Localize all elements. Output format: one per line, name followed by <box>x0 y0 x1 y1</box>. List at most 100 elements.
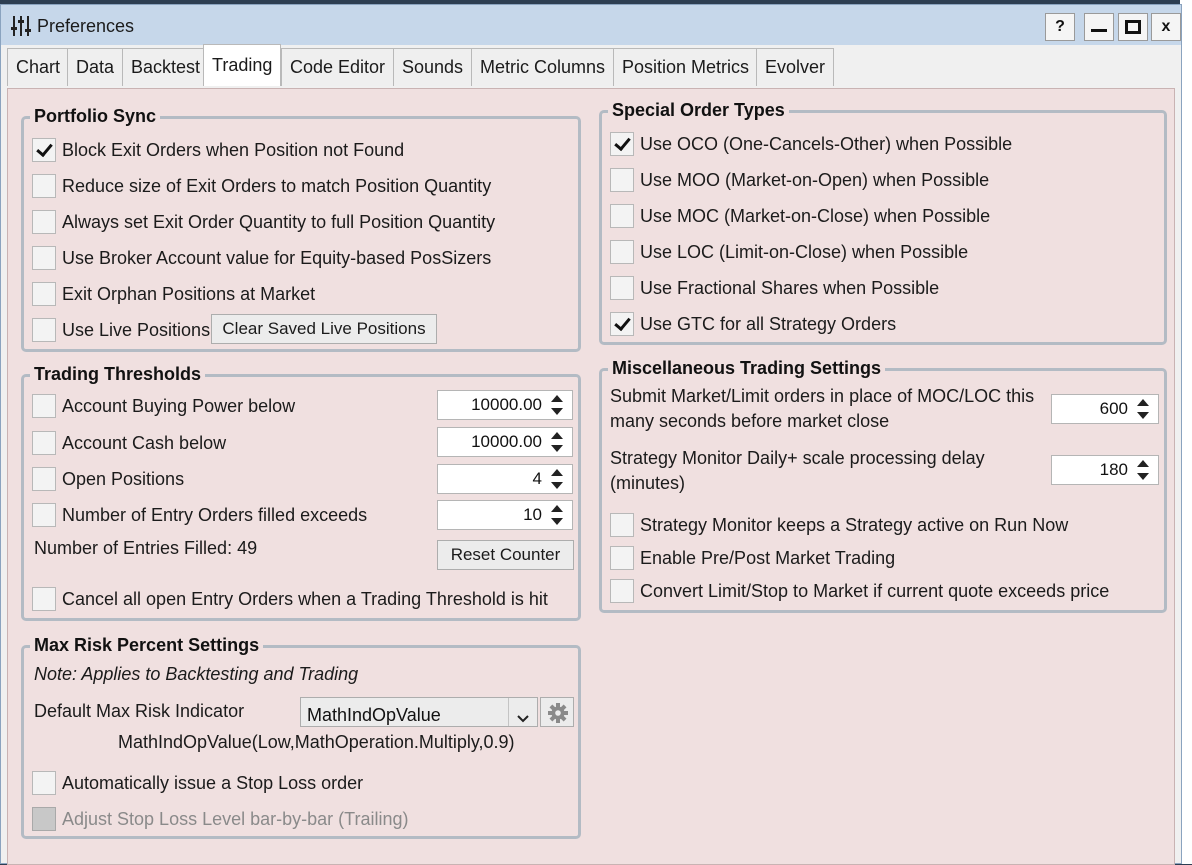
max-risk-group: Max Risk Percent Settings Note: Applies … <box>21 635 581 839</box>
portfolio-sync-title: Portfolio Sync <box>30 106 161 127</box>
increment-icon[interactable] <box>1132 458 1154 470</box>
checkbox[interactable] <box>32 394 56 418</box>
misc-trading-settings-title: Miscellaneous Trading Settings <box>608 358 886 379</box>
minimize-icon <box>1091 29 1107 33</box>
checkbox-label: Enable Pre/Post Market Trading <box>640 548 896 568</box>
max-risk-indicator-dropdown[interactable]: MathIndOpValue <box>300 697 538 727</box>
default-max-risk-indicator-label: Default Max Risk Indicator <box>34 701 245 721</box>
checkbox-label: Exit Orphan Positions at Market <box>62 284 316 304</box>
checkbox-label: Number of Entry Orders filled exceeds <box>62 505 368 525</box>
clear-saved-live-positions-button[interactable]: Clear Saved Live Positions <box>211 314 437 344</box>
sliders-icon <box>11 15 31 42</box>
checkbox[interactable] <box>610 168 634 192</box>
checkbox-label: Use LOC (Limit-on-Close) when Possible <box>640 242 969 262</box>
submit-seconds-stepper[interactable]: 600 <box>1051 394 1159 424</box>
checkbox-label: Block Exit Orders when Position not Foun… <box>62 140 405 160</box>
decrement-icon[interactable] <box>546 443 568 455</box>
checkbox-label: Use Broker Account value for Equity-base… <box>62 248 492 268</box>
buying-power-stepper[interactable]: 10000.00 <box>437 390 573 420</box>
checkbox-label: Automatically issue a Stop Loss order <box>62 773 364 793</box>
trading-thresholds-title: Trading Thresholds <box>30 364 206 385</box>
decrement-icon[interactable] <box>546 516 568 528</box>
checkbox[interactable] <box>610 204 634 228</box>
checkbox-label: Convert Limit/Stop to Market if current … <box>640 581 1110 601</box>
checkbox-label: Use Fractional Shares when Possible <box>640 278 940 298</box>
close-button[interactable]: x <box>1151 13 1181 41</box>
decrement-icon[interactable] <box>546 406 568 418</box>
checkbox[interactable] <box>610 579 634 603</box>
checkbox[interactable] <box>32 431 56 455</box>
tab-metric-columns[interactable]: Metric Columns <box>471 48 615 86</box>
increment-icon[interactable] <box>546 503 568 515</box>
checkbox[interactable] <box>32 318 56 342</box>
checkbox[interactable] <box>610 513 634 537</box>
checkbox[interactable] <box>32 210 56 234</box>
max-risk-note: Note: Applies to Backtesting and Trading <box>34 664 359 684</box>
increment-icon[interactable] <box>546 393 568 405</box>
checkbox[interactable] <box>32 282 56 306</box>
checkbox[interactable] <box>610 132 634 156</box>
checkbox[interactable] <box>32 503 56 527</box>
trading-tab-content: Portfolio Sync Block Exit Orders when Po… <box>7 88 1175 865</box>
checkbox[interactable] <box>32 138 56 162</box>
checkbox-label: Adjust Stop Loss Level bar-by-bar (Trail… <box>62 809 409 829</box>
submit-orders-label-line1: Submit Market/Limit orders in place of M… <box>610 386 1035 406</box>
checkbox[interactable] <box>32 174 56 198</box>
increment-icon[interactable] <box>546 430 568 442</box>
dropdown-value: MathIndOpValue <box>307 705 441 725</box>
window-title: Preferences <box>37 16 135 36</box>
tab-position-metrics[interactable]: Position Metrics <box>613 48 759 86</box>
reset-counter-button[interactable]: Reset Counter <box>437 540 574 570</box>
submit-orders-label-line2: many seconds before market close <box>610 411 890 431</box>
decrement-icon[interactable] <box>1132 471 1154 483</box>
minimize-button[interactable] <box>1084 13 1114 41</box>
tab-data[interactable]: Data <box>67 48 124 86</box>
checkbox-label: Cancel all open Entry Orders when a Trad… <box>62 589 548 609</box>
tab-code-editor[interactable]: Code Editor <box>281 48 395 86</box>
indicator-expression: MathIndOpValue(Low,MathOperation.Multipl… <box>118 732 515 752</box>
decrement-icon[interactable] <box>546 480 568 492</box>
processing-delay-stepper[interactable]: 180 <box>1051 455 1159 485</box>
checkbox-label: Open Positions <box>62 469 185 489</box>
checkbox[interactable] <box>610 546 634 570</box>
checkbox <box>32 807 56 831</box>
checkbox[interactable] <box>32 246 56 270</box>
open-positions-stepper[interactable]: 4 <box>437 464 573 494</box>
stepper-value: 180 <box>1099 460 1128 479</box>
special-order-types-title: Special Order Types <box>608 100 789 121</box>
preferences-window: Preferences ? x Chart Data Backtest Trad… <box>0 4 1182 865</box>
account-cash-stepper[interactable]: 10000.00 <box>437 427 573 457</box>
increment-icon[interactable] <box>546 467 568 479</box>
portfolio-sync-group: Portfolio Sync Block Exit Orders when Po… <box>21 106 581 352</box>
title-bar[interactable]: Preferences ? x <box>1 5 1181 45</box>
checkbox[interactable] <box>610 240 634 264</box>
checkbox[interactable] <box>610 312 634 336</box>
checkbox[interactable] <box>32 771 56 795</box>
misc-trading-settings-group: Miscellaneous Trading Settings Submit Ma… <box>599 358 1167 613</box>
entry-orders-stepper[interactable]: 10 <box>437 500 573 530</box>
tab-backtest[interactable]: Backtest <box>122 48 210 86</box>
processing-delay-label-line1: Strategy Monitor Daily+ scale processing… <box>610 448 985 468</box>
entries-filled-count: Number of Entries Filled: 49 <box>34 538 258 558</box>
tab-chart[interactable]: Chart <box>7 48 70 86</box>
stepper-value: 600 <box>1099 399 1128 418</box>
indicator-settings-button[interactable] <box>540 697 574 727</box>
max-risk-title: Max Risk Percent Settings <box>30 635 264 656</box>
tab-trading[interactable]: Trading <box>203 44 282 86</box>
maximize-icon <box>1125 19 1141 34</box>
checkbox-label: Use OCO (One-Cancels-Other) when Possibl… <box>640 134 1013 154</box>
stepper-value: 4 <box>532 469 542 488</box>
decrement-icon[interactable] <box>1132 410 1154 422</box>
increment-icon[interactable] <box>1132 397 1154 409</box>
maximize-button[interactable] <box>1118 13 1148 41</box>
checkbox[interactable] <box>32 467 56 491</box>
checkbox[interactable] <box>32 587 56 611</box>
checkbox[interactable] <box>610 276 634 300</box>
stepper-value: 10 <box>523 505 542 524</box>
special-order-types-group: Special Order Types Use OCO (One-Cancels… <box>599 100 1167 345</box>
help-button[interactable]: ? <box>1045 13 1075 41</box>
trading-thresholds-group: Trading Thresholds Account Buying Power … <box>21 364 581 621</box>
checkbox-label: Reduce size of Exit Orders to match Posi… <box>62 176 492 196</box>
tab-sounds[interactable]: Sounds <box>393 48 473 86</box>
tab-evolver[interactable]: Evolver <box>756 48 835 86</box>
